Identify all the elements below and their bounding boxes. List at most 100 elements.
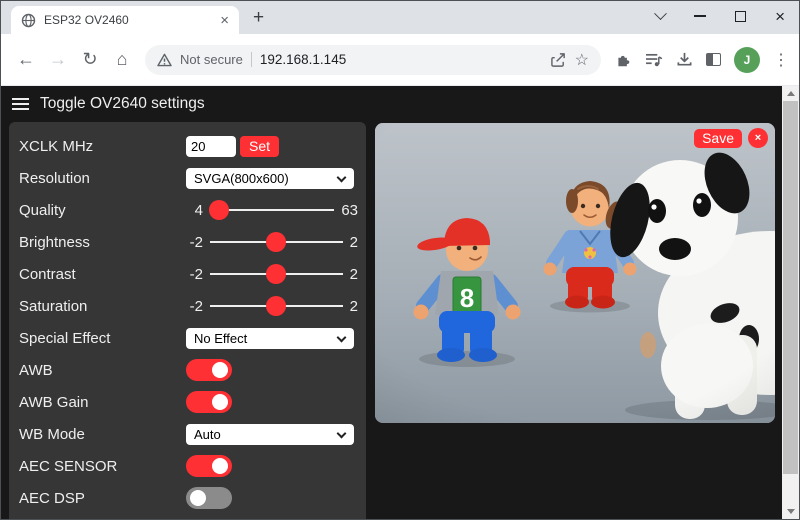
tab-strip: ESP32 OV2460 × + × (1, 1, 799, 34)
page-header: Toggle OV2640 settings (1, 86, 799, 122)
special-effect-value: No Effect (194, 331, 247, 346)
browser-window: ESP32 OV2460 × + × ← → ↻ ⌂ Not secure 19… (0, 0, 800, 520)
page-scrollbar[interactable] (782, 86, 799, 519)
brightness-slider[interactable] (210, 241, 343, 243)
setting-row-resolution: Resolution SVGA(800x600) (9, 162, 366, 194)
share-icon[interactable] (550, 52, 567, 68)
address-bar[interactable]: Not secure 192.168.1.145 ☆ (145, 45, 601, 75)
brightness-min: -2 (186, 234, 203, 251)
media-controls-playlist-icon[interactable] (645, 52, 663, 67)
setting-row-xclk: XCLK MHz Set (9, 130, 366, 162)
aec-dsp-toggle[interactable] (186, 487, 232, 509)
back-button[interactable]: ← (11, 49, 41, 70)
forward-button[interactable]: → (43, 49, 73, 70)
setting-row-saturation: Saturation -2 2 (9, 290, 366, 322)
chevron-down-icon (337, 428, 347, 438)
saturation-slider[interactable] (210, 305, 343, 307)
reload-button[interactable]: ↻ (75, 49, 105, 70)
contrast-min: -2 (186, 266, 203, 283)
camera-stream-image: 8 (375, 123, 775, 423)
not-secure-warning-icon (157, 53, 172, 67)
brightness-slider-thumb[interactable] (266, 232, 286, 252)
brightness-max: 2 (350, 234, 358, 251)
profile-avatar[interactable]: J (734, 47, 760, 73)
special-effect-label: Special Effect (19, 330, 186, 347)
xclk-set-button[interactable]: Set (240, 136, 279, 157)
scrollbar-thumb[interactable] (783, 101, 798, 474)
stream-close-icon[interactable]: × (748, 128, 768, 148)
window-close-button[interactable]: × (775, 8, 785, 25)
setting-row-special-effect: Special Effect No Effect (9, 322, 366, 354)
browser-tab[interactable]: ESP32 OV2460 × (11, 6, 239, 34)
quality-slider[interactable] (210, 209, 334, 211)
awb-gain-toggle[interactable] (186, 391, 232, 413)
xclk-input[interactable] (186, 136, 236, 157)
browser-menu-icon[interactable]: ⋮ (773, 50, 789, 70)
wb-mode-select[interactable]: Auto (186, 424, 354, 445)
tab-title: ESP32 OV2460 (44, 13, 212, 27)
camera-photo-illustration: 8 (375, 123, 775, 423)
toggle-knob (190, 490, 206, 506)
setting-row-wb-mode: WB Mode Auto (9, 418, 366, 450)
side-panel-icon[interactable] (706, 53, 721, 66)
bookmark-star-icon[interactable]: ☆ (575, 50, 589, 70)
awb-toggle[interactable] (186, 359, 232, 381)
aec-sensor-label: AEC SENSOR (19, 458, 186, 475)
setting-row-awb: AWB (9, 354, 366, 386)
awb-gain-label: AWB Gain (19, 394, 186, 411)
setting-row-brightness: Brightness -2 2 (9, 226, 366, 258)
chevron-down-icon (337, 332, 347, 342)
saturation-label: Saturation (19, 298, 186, 315)
chevron-down-icon (337, 172, 347, 182)
download-icon[interactable] (676, 51, 693, 68)
saturation-slider-thumb[interactable] (266, 296, 286, 316)
setting-row-aec-dsp: AEC DSP (9, 482, 366, 514)
wb-mode-label: WB Mode (19, 426, 186, 443)
setting-row-contrast: Contrast -2 2 (9, 258, 366, 290)
toggle-knob (212, 362, 228, 378)
awb-label: AWB (19, 362, 186, 379)
special-effect-select[interactable]: No Effect (186, 328, 354, 349)
aec-dsp-label: AEC DSP (19, 490, 186, 507)
toggle-knob (212, 394, 228, 410)
maximize-button[interactable] (735, 11, 746, 22)
extensions-puzzle-icon[interactable] (615, 51, 632, 68)
setting-row-aec-sensor: AEC SENSOR (9, 450, 366, 482)
contrast-label: Contrast (19, 266, 186, 283)
contrast-slider-thumb[interactable] (266, 264, 286, 284)
security-label: Not secure (180, 52, 243, 67)
hamburger-menu-icon[interactable] (12, 98, 29, 110)
quality-min: 4 (186, 202, 203, 219)
scrollbar-down-arrow[interactable] (782, 504, 799, 519)
url-text[interactable]: 192.168.1.145 (260, 52, 346, 67)
scrollbar-up-arrow[interactable] (782, 86, 799, 101)
toggle-knob (212, 458, 228, 474)
quality-label: Quality (19, 202, 186, 219)
page-title[interactable]: Toggle OV2640 settings (40, 95, 205, 113)
resolution-value: SVGA(800x600) (194, 171, 289, 186)
save-button[interactable]: Save (694, 129, 742, 148)
resolution-label: Resolution (19, 170, 186, 187)
quality-slider-thumb[interactable] (209, 200, 229, 220)
minimize-button[interactable] (694, 15, 706, 17)
browser-toolbar: ← → ↻ ⌂ Not secure 192.168.1.145 ☆ (1, 34, 799, 86)
wb-mode-value: Auto (194, 427, 221, 442)
xclk-label: XCLK MHz (19, 138, 186, 155)
setting-row-quality: Quality 4 63 (9, 194, 366, 226)
new-tab-button[interactable]: + (253, 7, 264, 29)
aec-sensor-toggle[interactable] (186, 455, 232, 477)
quality-max: 63 (341, 202, 358, 219)
globe-icon (21, 13, 36, 28)
saturation-max: 2 (350, 298, 358, 315)
esp32-cam-page: Toggle OV2640 settings XCLK MHz Set Reso… (1, 86, 799, 519)
contrast-slider[interactable] (210, 273, 343, 275)
tab-close-icon[interactable]: × (220, 13, 229, 28)
brightness-label: Brightness (19, 234, 186, 251)
settings-panel: XCLK MHz Set Resolution SVGA(800x600) Qu… (9, 122, 366, 519)
setting-row-awb-gain: AWB Gain (9, 386, 366, 418)
window-controls: × (656, 1, 785, 31)
resolution-select[interactable]: SVGA(800x600) (186, 168, 354, 189)
tab-search-chevron-icon[interactable] (654, 7, 667, 20)
home-button[interactable]: ⌂ (107, 49, 137, 70)
saturation-min: -2 (186, 298, 203, 315)
